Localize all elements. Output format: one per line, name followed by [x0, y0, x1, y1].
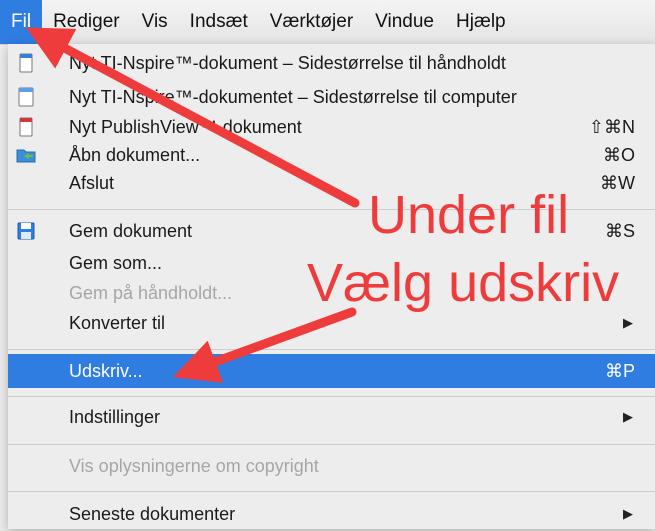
annotation-text-under-fil: Under fil [368, 185, 570, 245]
menu-separator [8, 396, 655, 397]
menu-item-label: Gem på håndholdt... [69, 282, 233, 303]
menu-separator [8, 349, 655, 350]
menu-vindue[interactable]: Vindue [364, 0, 445, 44]
menu-vis[interactable]: Vis [131, 0, 179, 44]
menu-item-print[interactable]: Udskriv... ⌘P [8, 354, 655, 388]
menu-rediger[interactable]: Rediger [42, 0, 131, 44]
submenu-arrow-icon: ▶ [623, 315, 633, 330]
menu-item-label: Nyt TI-Nspire™-dokumentet – Sidestørrels… [69, 86, 517, 107]
submenu-arrow-icon: ▶ [623, 409, 633, 424]
menu-separator [8, 444, 655, 445]
open-folder-icon [16, 145, 36, 165]
shortcut-label: ⌘O [602, 144, 635, 165]
menu-item-label: Gem dokument [69, 220, 193, 241]
menu-item-label: Nyt PublishView™-dokument [69, 116, 302, 137]
handheld-document-icon [16, 53, 36, 73]
floppy-disk-icon [16, 221, 36, 241]
menu-item-label: Seneste dokumenter [69, 503, 236, 524]
submenu-arrow-icon: ▶ [623, 506, 633, 521]
menu-indsaet[interactable]: Indsæt [179, 0, 259, 44]
menu-item-label: Indstillinger [69, 406, 161, 427]
computer-document-icon [16, 87, 36, 107]
menu-item-label: Vis oplysningerne om copyright [69, 455, 319, 476]
menu-bar: Fil Rediger Vis Indsæt Værktøjer Vindue … [0, 0, 655, 45]
shortcut-label: ⌘W [600, 172, 635, 193]
menu-item-new-computer-document[interactable]: Nyt TI-Nspire™-dokumentet – Sidestørrels… [8, 80, 655, 114]
menu-item-new-handheld-document[interactable]: Nyt TI-Nspire™-dokument – Sidestørrelse … [8, 46, 655, 80]
shortcut-label: ⇧⌘N [588, 116, 635, 137]
menu-vaerktoejer[interactable]: Værktøjer [259, 0, 364, 44]
menu-item-label: Åbn dokument... [69, 144, 201, 165]
annotation-text-vaelg-udskriv: Vælg udskriv [307, 253, 620, 313]
menu-item-label: Udskriv... [69, 360, 143, 381]
menu-item-label: Nyt TI-Nspire™-dokument – Sidestørrelse … [69, 52, 506, 73]
menu-item-label: Afslut [69, 172, 115, 193]
menu-separator [8, 491, 655, 492]
menu-item-label: Gem som... [69, 252, 163, 273]
menu-item-show-copyright: Vis oplysningerne om copyright [8, 449, 655, 483]
menu-item-recent-documents[interactable]: Seneste dokumenter ▶ [8, 497, 655, 531]
menu-item-label: Konverter til [69, 312, 166, 333]
shortcut-label: ⌘P [604, 360, 635, 381]
menu-hjaelp[interactable]: Hjælp [445, 0, 517, 44]
publishview-document-icon [16, 117, 36, 137]
menu-fil[interactable]: Fil [0, 0, 43, 44]
shortcut-label: ⌘S [604, 220, 635, 241]
menu-item-settings[interactable]: Indstillinger ▶ [8, 400, 655, 434]
